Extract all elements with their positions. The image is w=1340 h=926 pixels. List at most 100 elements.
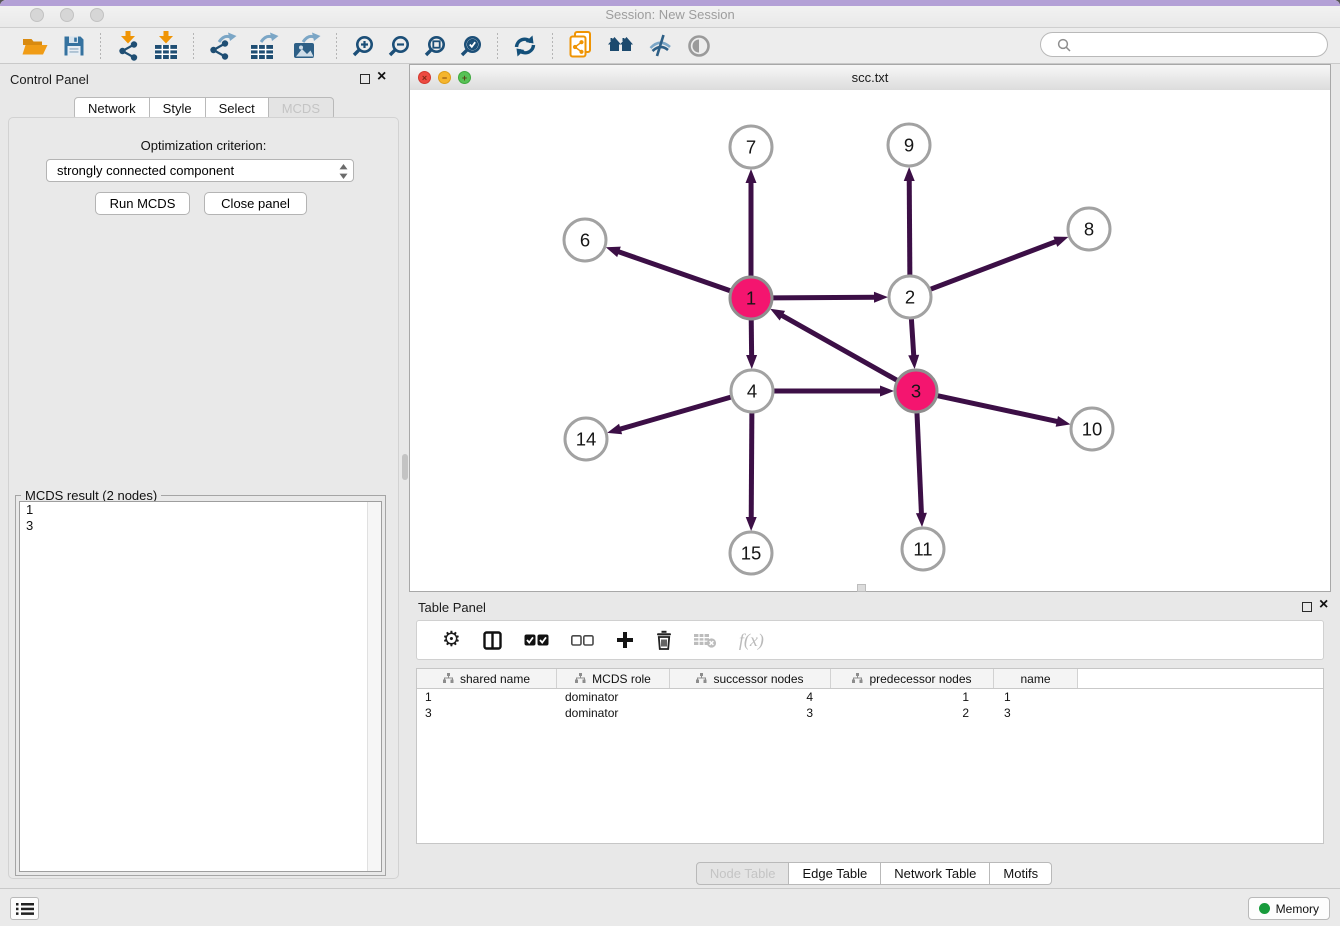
column-header-successor-nodes[interactable]: successor nodes bbox=[670, 669, 831, 688]
graph-edge-1-2[interactable] bbox=[773, 292, 888, 303]
table-cell[interactable]: 1 bbox=[417, 689, 557, 705]
graph-node-1[interactable]: 1 bbox=[730, 277, 772, 319]
apply-layout-icon[interactable] bbox=[513, 35, 537, 57]
graph-node-10[interactable]: 10 bbox=[1071, 408, 1113, 450]
graph-node-6[interactable]: 6 bbox=[564, 219, 606, 261]
delete-column-icon[interactable] bbox=[656, 630, 672, 650]
table-cell[interactable]: 2 bbox=[831, 705, 994, 721]
svg-text:8: 8 bbox=[1084, 219, 1094, 240]
close-panel-button[interactable]: Close panel bbox=[204, 192, 307, 215]
delete-table-icon bbox=[694, 632, 717, 648]
session-title: Session: New Session bbox=[0, 7, 1340, 22]
show-all-icon[interactable] bbox=[687, 34, 711, 58]
graph-edge-3-1[interactable] bbox=[770, 309, 897, 380]
graph-edge-2-3[interactable] bbox=[908, 319, 919, 369]
export-network-icon[interactable] bbox=[209, 32, 237, 60]
control-panel-scrollbar[interactable] bbox=[402, 454, 408, 480]
graph-node-15[interactable]: 15 bbox=[730, 532, 772, 574]
optimization-criterion-label: Optimization criterion: bbox=[9, 138, 398, 153]
column-header-name[interactable]: name bbox=[994, 669, 1078, 688]
graph-edge-2-8[interactable] bbox=[931, 237, 1069, 290]
toolbar-separator bbox=[193, 33, 194, 59]
table-cell[interactable]: dominator bbox=[557, 689, 670, 705]
gear-icon[interactable]: ⚙ bbox=[442, 630, 461, 650]
table-cell[interactable]: dominator bbox=[557, 705, 670, 721]
graph-edge-4-14[interactable] bbox=[607, 397, 731, 434]
mcds-result-textarea[interactable]: 13 bbox=[19, 501, 382, 872]
column-header-mcds-role[interactable]: MCDS role bbox=[557, 669, 670, 688]
graph-node-2[interactable]: 2 bbox=[889, 276, 931, 318]
graph-edge-1-6[interactable] bbox=[606, 247, 730, 291]
search-field[interactable] bbox=[1040, 32, 1328, 57]
graph-node-11[interactable]: 11 bbox=[902, 528, 944, 570]
tab-edge-table[interactable]: Edge Table bbox=[789, 862, 881, 885]
import-table-icon[interactable] bbox=[154, 31, 178, 61]
graph-edge-1-4[interactable] bbox=[746, 320, 757, 369]
table-panel-float-icon[interactable] bbox=[1302, 602, 1312, 612]
splitter-handle[interactable] bbox=[857, 584, 866, 592]
svg-text:9: 9 bbox=[904, 135, 914, 156]
column-header-shared-name[interactable]: shared name bbox=[417, 669, 557, 688]
select-all-icon[interactable] bbox=[524, 634, 549, 646]
graph-edge-4-15[interactable] bbox=[746, 413, 757, 531]
toolbar-separator bbox=[552, 33, 553, 59]
table-cell[interactable]: 1 bbox=[831, 689, 994, 705]
table-cell[interactable]: 1 bbox=[994, 689, 1078, 705]
export-table-icon[interactable] bbox=[251, 32, 279, 60]
graph-node-8[interactable]: 8 bbox=[1068, 208, 1110, 250]
memory-label: Memory bbox=[1276, 902, 1319, 916]
table-tabs: Node TableEdge TableNetwork TableMotifs bbox=[408, 862, 1340, 885]
control-panel-close-icon[interactable]: × bbox=[377, 68, 386, 86]
table-cell[interactable]: 3 bbox=[417, 705, 557, 721]
zoom-selected-icon[interactable] bbox=[460, 35, 482, 57]
control-panel-float-icon[interactable] bbox=[360, 74, 370, 84]
table-cell[interactable]: 3 bbox=[994, 705, 1078, 721]
graph-node-4[interactable]: 4 bbox=[731, 370, 773, 412]
zoom-fit-icon[interactable] bbox=[424, 35, 446, 57]
control-panel-title: Control Panel bbox=[10, 72, 89, 87]
add-column-icon[interactable] bbox=[616, 631, 634, 649]
column-header-predecessor-nodes[interactable]: predecessor nodes bbox=[831, 669, 994, 688]
tab-node-table[interactable]: Node Table bbox=[696, 862, 790, 885]
graph-edge-4-3[interactable] bbox=[774, 386, 894, 397]
tab-motifs[interactable]: Motifs bbox=[990, 862, 1052, 885]
main-toolbar bbox=[0, 28, 1340, 64]
split-columns-icon[interactable] bbox=[483, 631, 502, 650]
graph-edge-3-11[interactable] bbox=[916, 413, 927, 527]
table-panel-close-icon[interactable]: × bbox=[1319, 596, 1328, 614]
mcds-result-line: 1 bbox=[20, 502, 381, 518]
table-cell[interactable]: 3 bbox=[670, 705, 831, 721]
network-window-titlebar[interactable]: × − + scc.txt bbox=[410, 65, 1330, 91]
graph-node-9[interactable]: 9 bbox=[888, 124, 930, 166]
zoom-out-icon[interactable] bbox=[388, 35, 410, 57]
table-panel: Table Panel × ⚙f(x) shared nameMCDS role… bbox=[408, 592, 1340, 888]
column-header-label: shared name bbox=[460, 672, 530, 686]
import-network-icon[interactable] bbox=[116, 31, 140, 61]
home-icon[interactable] bbox=[607, 35, 634, 57]
graph-node-7[interactable]: 7 bbox=[730, 126, 772, 168]
graph-edge-2-9[interactable] bbox=[904, 167, 915, 275]
run-mcds-button[interactable]: Run MCDS bbox=[95, 192, 190, 215]
graph-edge-3-10[interactable] bbox=[938, 396, 1071, 427]
memory-button[interactable]: Memory bbox=[1248, 897, 1330, 920]
deselect-all-icon[interactable] bbox=[571, 635, 594, 646]
tab-network-table[interactable]: Network Table bbox=[881, 862, 990, 885]
table-row[interactable]: 3dominator323 bbox=[417, 705, 1323, 721]
hide-selected-icon[interactable] bbox=[648, 34, 673, 57]
task-history-button[interactable] bbox=[10, 897, 39, 920]
graph-node-3[interactable]: 3 bbox=[895, 370, 937, 412]
network-canvas[interactable]: 7 9 6 8 1 2 4 3 14 10 15 11 bbox=[410, 90, 1330, 591]
zoom-in-icon[interactable] bbox=[352, 35, 374, 57]
export-image-icon[interactable] bbox=[293, 32, 321, 60]
criterion-select[interactable]: strongly connected component bbox=[46, 159, 354, 182]
table-cell[interactable]: 4 bbox=[670, 689, 831, 705]
open-session-icon[interactable] bbox=[21, 35, 49, 57]
graph-node-14[interactable]: 14 bbox=[565, 418, 607, 460]
table-row[interactable]: 1dominator411 bbox=[417, 689, 1323, 705]
svg-text:7: 7 bbox=[746, 137, 756, 158]
graph-edge-1-7[interactable] bbox=[746, 169, 757, 276]
result-scrollbar[interactable] bbox=[367, 502, 381, 871]
network-file-icon[interactable] bbox=[568, 31, 593, 60]
search-input[interactable] bbox=[1083, 36, 1327, 53]
save-session-icon[interactable] bbox=[63, 35, 85, 57]
